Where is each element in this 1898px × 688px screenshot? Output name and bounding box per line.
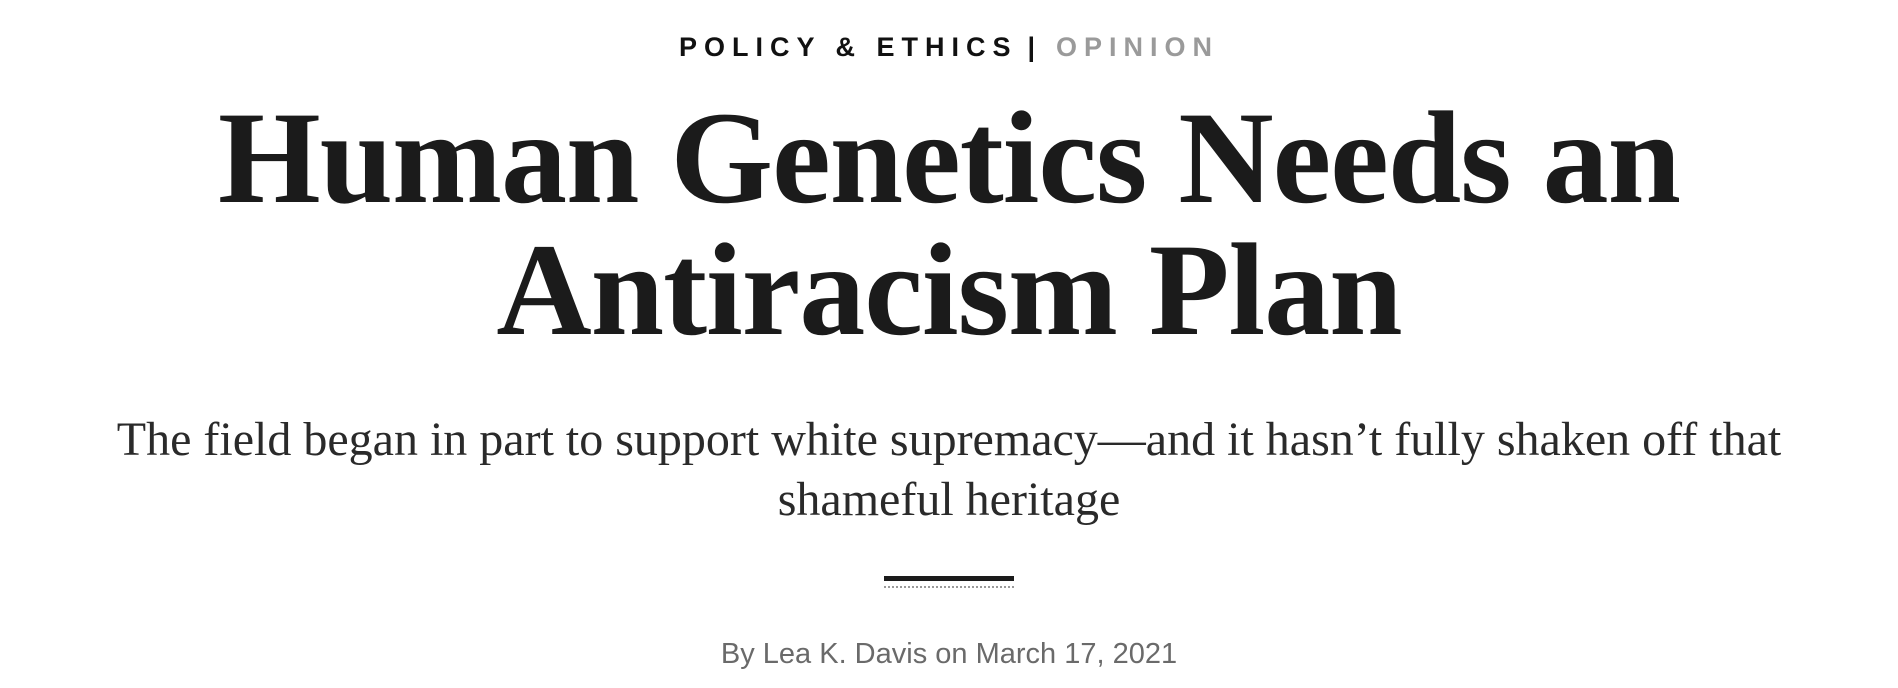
byline-on: on <box>935 638 968 670</box>
byline-prefix: By <box>720 638 755 670</box>
dek-line-2: shameful heritage <box>777 473 1121 526</box>
headline-line-2: Antiracism Plan <box>496 216 1402 363</box>
kicker-separator: | <box>1027 32 1043 62</box>
article-dek: The field began in part to support white… <box>20 410 1878 530</box>
section-kicker: POLICY & ETHICS | OPINION <box>0 30 1898 64</box>
byline: By Lea K. Davis on March 17, 2021 <box>0 636 1898 672</box>
header-divider-dots <box>884 586 1014 588</box>
author-link[interactable]: Lea K. Davis <box>763 638 927 670</box>
publish-date: March 17, 2021 <box>975 638 1178 670</box>
dek-line-1: The field began in part to support white… <box>116 413 1782 466</box>
article-header: POLICY & ETHICS | OPINION Human Genetics N… <box>0 0 1898 688</box>
header-divider <box>884 576 1014 581</box>
article-headline: Human Genetics Needs an Antiracism Plan <box>0 92 1898 356</box>
section-link-policy-ethics[interactable]: POLICY & ETHICS <box>679 32 1018 62</box>
headline-line-1: Human Genetics Needs an <box>218 84 1681 231</box>
category-link-opinion[interactable]: OPINION <box>1056 32 1219 62</box>
